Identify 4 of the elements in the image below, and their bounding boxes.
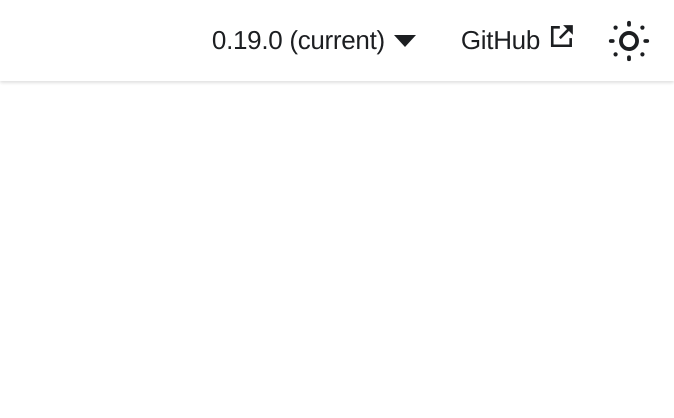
- caret-icon: [394, 34, 416, 46]
- version-dropdown[interactable]: 0.19.0 (current): [212, 21, 416, 60]
- github-link[interactable]: GitHub: [460, 21, 576, 60]
- external-link-icon: [548, 22, 576, 48]
